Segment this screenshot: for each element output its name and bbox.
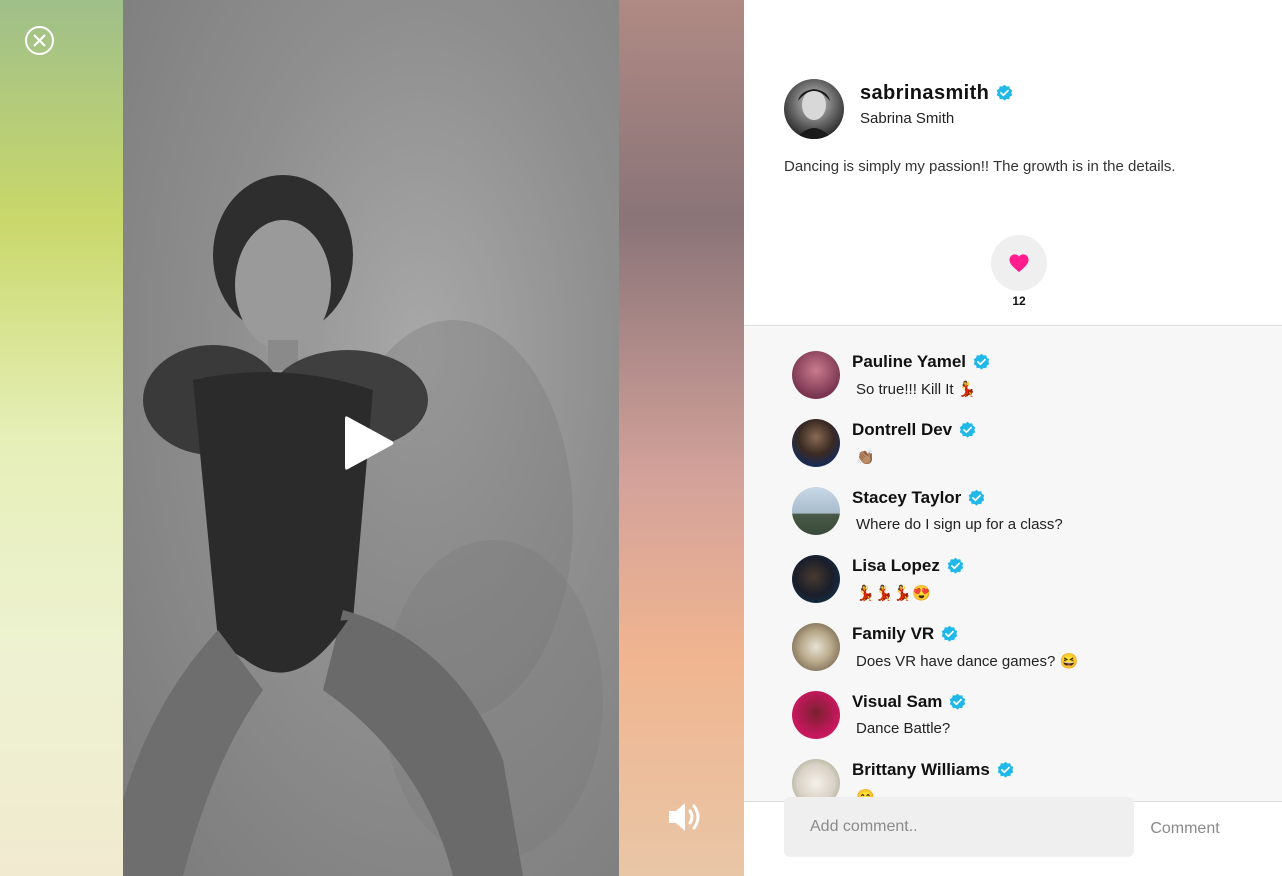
comment-submit-button[interactable]: Comment — [1140, 817, 1230, 841]
author-avatar[interactable] — [784, 79, 844, 139]
author-full-name: Sabrina Smith — [860, 110, 955, 127]
post-caption: Dancing is simply my passion!! The growt… — [784, 158, 1176, 175]
author-username-text[interactable]: sabrinasmith — [860, 82, 989, 105]
verified-icon — [997, 761, 1014, 778]
commenter-name[interactable]: Dontrell Dev — [852, 420, 977, 440]
comment-item: Visual Sam Dance Battle? — [792, 691, 1232, 751]
commenter-avatar[interactable] — [792, 555, 840, 603]
play-icon[interactable] — [342, 413, 396, 473]
commenter-avatar[interactable] — [792, 351, 840, 399]
media-viewer — [0, 0, 744, 876]
comment-item: Brittany Williams 😊 — [792, 759, 1232, 801]
post-header: sabrinasmith Sabrina Smith Dancing is si… — [744, 0, 1282, 326]
comment-text: Dance Battle? — [856, 720, 951, 737]
comment-text: 👏🏽 — [856, 449, 875, 466]
volume-icon[interactable] — [666, 800, 706, 834]
like-count: 12 — [1012, 294, 1026, 308]
verified-icon — [950, 693, 966, 710]
verified-icon — [959, 421, 976, 438]
comment-item: Stacey Taylor Where do I sign up for a c… — [792, 487, 1232, 547]
comments-list[interactable]: Pauline Yamel So true!!! Kill It 💃 Dontr… — [744, 327, 1282, 801]
commenter-name[interactable]: Family VR — [852, 624, 959, 644]
comment-form: Comment — [744, 797, 1282, 876]
close-icon[interactable] — [24, 25, 55, 56]
blurred-background — [619, 0, 744, 876]
comment-item: Family VR Does VR have dance games? 😆 — [792, 623, 1232, 683]
commenter-name[interactable]: Pauline Yamel — [852, 352, 991, 372]
heart-icon — [1009, 254, 1029, 273]
comment-text: Does VR have dance games? 😆 — [856, 653, 1079, 670]
commenter-avatar[interactable] — [792, 691, 840, 739]
commenter-avatar[interactable] — [792, 419, 840, 467]
commenter-name[interactable]: Visual Sam — [852, 692, 967, 712]
commenter-name[interactable]: Brittany Williams — [852, 760, 1015, 780]
comment-item: Pauline Yamel So true!!! Kill It 💃 — [792, 351, 1232, 411]
comment-item: Dontrell Dev 👏🏽 — [792, 419, 1232, 479]
verified-icon — [997, 84, 1013, 101]
commenter-avatar[interactable] — [792, 487, 840, 535]
comment-text: 💃💃💃😍 — [856, 585, 931, 602]
commenter-name[interactable]: Stacey Taylor — [852, 488, 986, 508]
verified-icon — [947, 557, 964, 574]
comment-item: Lisa Lopez 💃💃💃😍 — [792, 555, 1232, 615]
comment-text: Where do I sign up for a class? — [856, 516, 1063, 533]
comment-input[interactable] — [784, 797, 1134, 857]
comment-text: So true!!! Kill It 💃 — [856, 381, 977, 398]
commenter-avatar[interactable] — [792, 623, 840, 671]
post-panel: sabrinasmith Sabrina Smith Dancing is si… — [744, 0, 1282, 876]
verified-icon — [969, 489, 985, 506]
verified-icon — [973, 353, 990, 370]
verified-icon — [941, 625, 958, 642]
author-username[interactable]: sabrinasmith — [860, 82, 1014, 105]
commenter-name[interactable]: Lisa Lopez — [852, 556, 965, 576]
commenter-avatar[interactable] — [792, 759, 840, 801]
like-button[interactable] — [991, 235, 1047, 291]
